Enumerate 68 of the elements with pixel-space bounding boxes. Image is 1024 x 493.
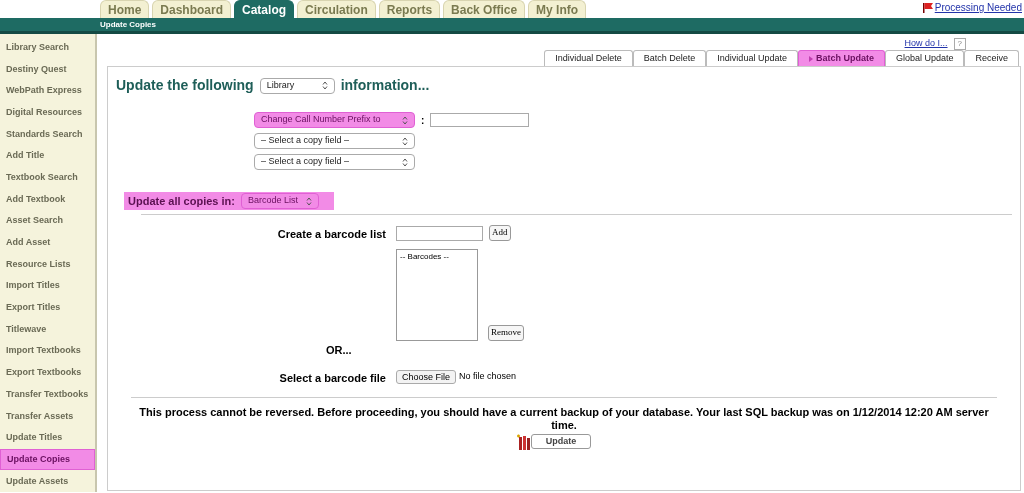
- sidebar-item[interactable]: Textbook Search: [0, 167, 95, 189]
- processing-needed-link[interactable]: Processing Needed: [934, 0, 1022, 15]
- copy-field-select[interactable]: – Select a copy field –: [254, 154, 415, 170]
- choose-file-button[interactable]: Choose File: [396, 370, 457, 384]
- sidebar-item[interactable]: Titlewave: [0, 318, 95, 341]
- copy-field-select[interactable]: Change Call Number Prefix to: [254, 112, 415, 128]
- sub-tab[interactable]: Individual Update: [706, 50, 798, 66]
- or-label: OR...: [326, 342, 353, 358]
- sidebar-item[interactable]: Add Title: [0, 145, 95, 168]
- update-button[interactable]: Update: [531, 434, 591, 449]
- file-status: No file chosen: [459, 370, 517, 384]
- sidebar-item[interactable]: Export Textbooks: [0, 362, 95, 384]
- nav-tab[interactable]: Catalog: [234, 0, 295, 18]
- stepper-icon: [306, 196, 312, 206]
- subnav-title: Update Copies: [100, 18, 156, 31]
- nav-tab[interactable]: Home: [100, 0, 150, 18]
- sidebar-item[interactable]: Library Search: [0, 37, 95, 59]
- nav-tab[interactable]: Reports: [378, 0, 441, 18]
- nav-tab[interactable]: Circulation: [297, 0, 376, 18]
- flag-icon: [922, 2, 933, 13]
- stepper-icon: [402, 115, 408, 125]
- library-select[interactable]: Library: [259, 77, 335, 94]
- sidebar-item[interactable]: Asset Search: [0, 210, 95, 233]
- sidebar-item[interactable]: Export Titles: [0, 297, 95, 319]
- stepper-icon: [402, 157, 408, 167]
- sidebar-item[interactable]: Add Textbook: [0, 188, 95, 211]
- list-option[interactable]: -- Barcodes --: [400, 250, 474, 263]
- triangle-icon: [808, 55, 813, 62]
- sub-tab[interactable]: Individual Delete: [544, 50, 633, 66]
- add-button[interactable]: Add: [489, 225, 511, 241]
- sidebar-item[interactable]: Update Titles: [0, 427, 95, 449]
- nav-tab[interactable]: My Info: [528, 0, 587, 18]
- field-label: Create a barcode list: [276, 227, 386, 242]
- sub-tab[interactable]: Batch Delete: [632, 50, 707, 66]
- remove-button[interactable]: Remove: [488, 324, 524, 341]
- sidebar-item[interactable]: Transfer Assets: [0, 405, 95, 428]
- sidebar-item[interactable]: Import Textbooks: [0, 340, 95, 363]
- copy-field-select[interactable]: – Select a copy field –: [254, 133, 415, 149]
- books-icon: [517, 433, 531, 450]
- sidebar-item[interactable]: Transfer Textbooks: [0, 383, 95, 406]
- how-do-i-link[interactable]: How do I...: [904, 37, 948, 51]
- stepper-icon: [402, 136, 408, 146]
- nav-tab[interactable]: Back Office: [443, 0, 526, 18]
- nav-tab[interactable]: Dashboard: [152, 0, 232, 18]
- update-scope-select[interactable]: Barcode List: [240, 193, 319, 209]
- sidebar-item[interactable]: Resource Lists: [0, 253, 95, 276]
- sub-tab[interactable]: Batch Update: [797, 50, 885, 66]
- value-input[interactable]: [430, 113, 530, 127]
- sidebar-item[interactable]: WebPath Express: [0, 80, 95, 102]
- sidebar-item[interactable]: Standards Search: [0, 123, 95, 146]
- barcode-input[interactable]: [396, 225, 483, 241]
- stepper-icon: [321, 81, 328, 90]
- field-label: Select a barcode file: [278, 371, 386, 386]
- colon: :: [421, 113, 425, 128]
- warning-text: This process cannot be reversed. Before proceeding, you should have a current backup of your database. Your last SQL backup was on 1/12/2014 12:20 AM server time.: [138, 405, 990, 432]
- update-in-label: Update all copies in:: [128, 193, 235, 209]
- sidebar-item[interactable]: Digital Resources: [0, 102, 95, 124]
- sub-tab[interactable]: Global Update: [884, 50, 965, 66]
- sub-tab[interactable]: Receive: [964, 50, 1019, 66]
- page-heading: Update the following: [116, 76, 254, 95]
- sidebar-item[interactable]: Update Assets: [0, 470, 95, 493]
- sidebar-item[interactable]: Destiny Quest: [0, 58, 95, 81]
- sidebar-item[interactable]: Import Titles: [0, 275, 95, 298]
- barcode-listbox[interactable]: -- Barcodes --: [396, 248, 478, 341]
- sidebar-item[interactable]: Update Copies: [0, 448, 95, 471]
- page-heading: information...: [340, 76, 430, 95]
- help-button[interactable]: ?: [953, 38, 966, 50]
- sidebar-item[interactable]: Add Asset: [0, 232, 95, 254]
